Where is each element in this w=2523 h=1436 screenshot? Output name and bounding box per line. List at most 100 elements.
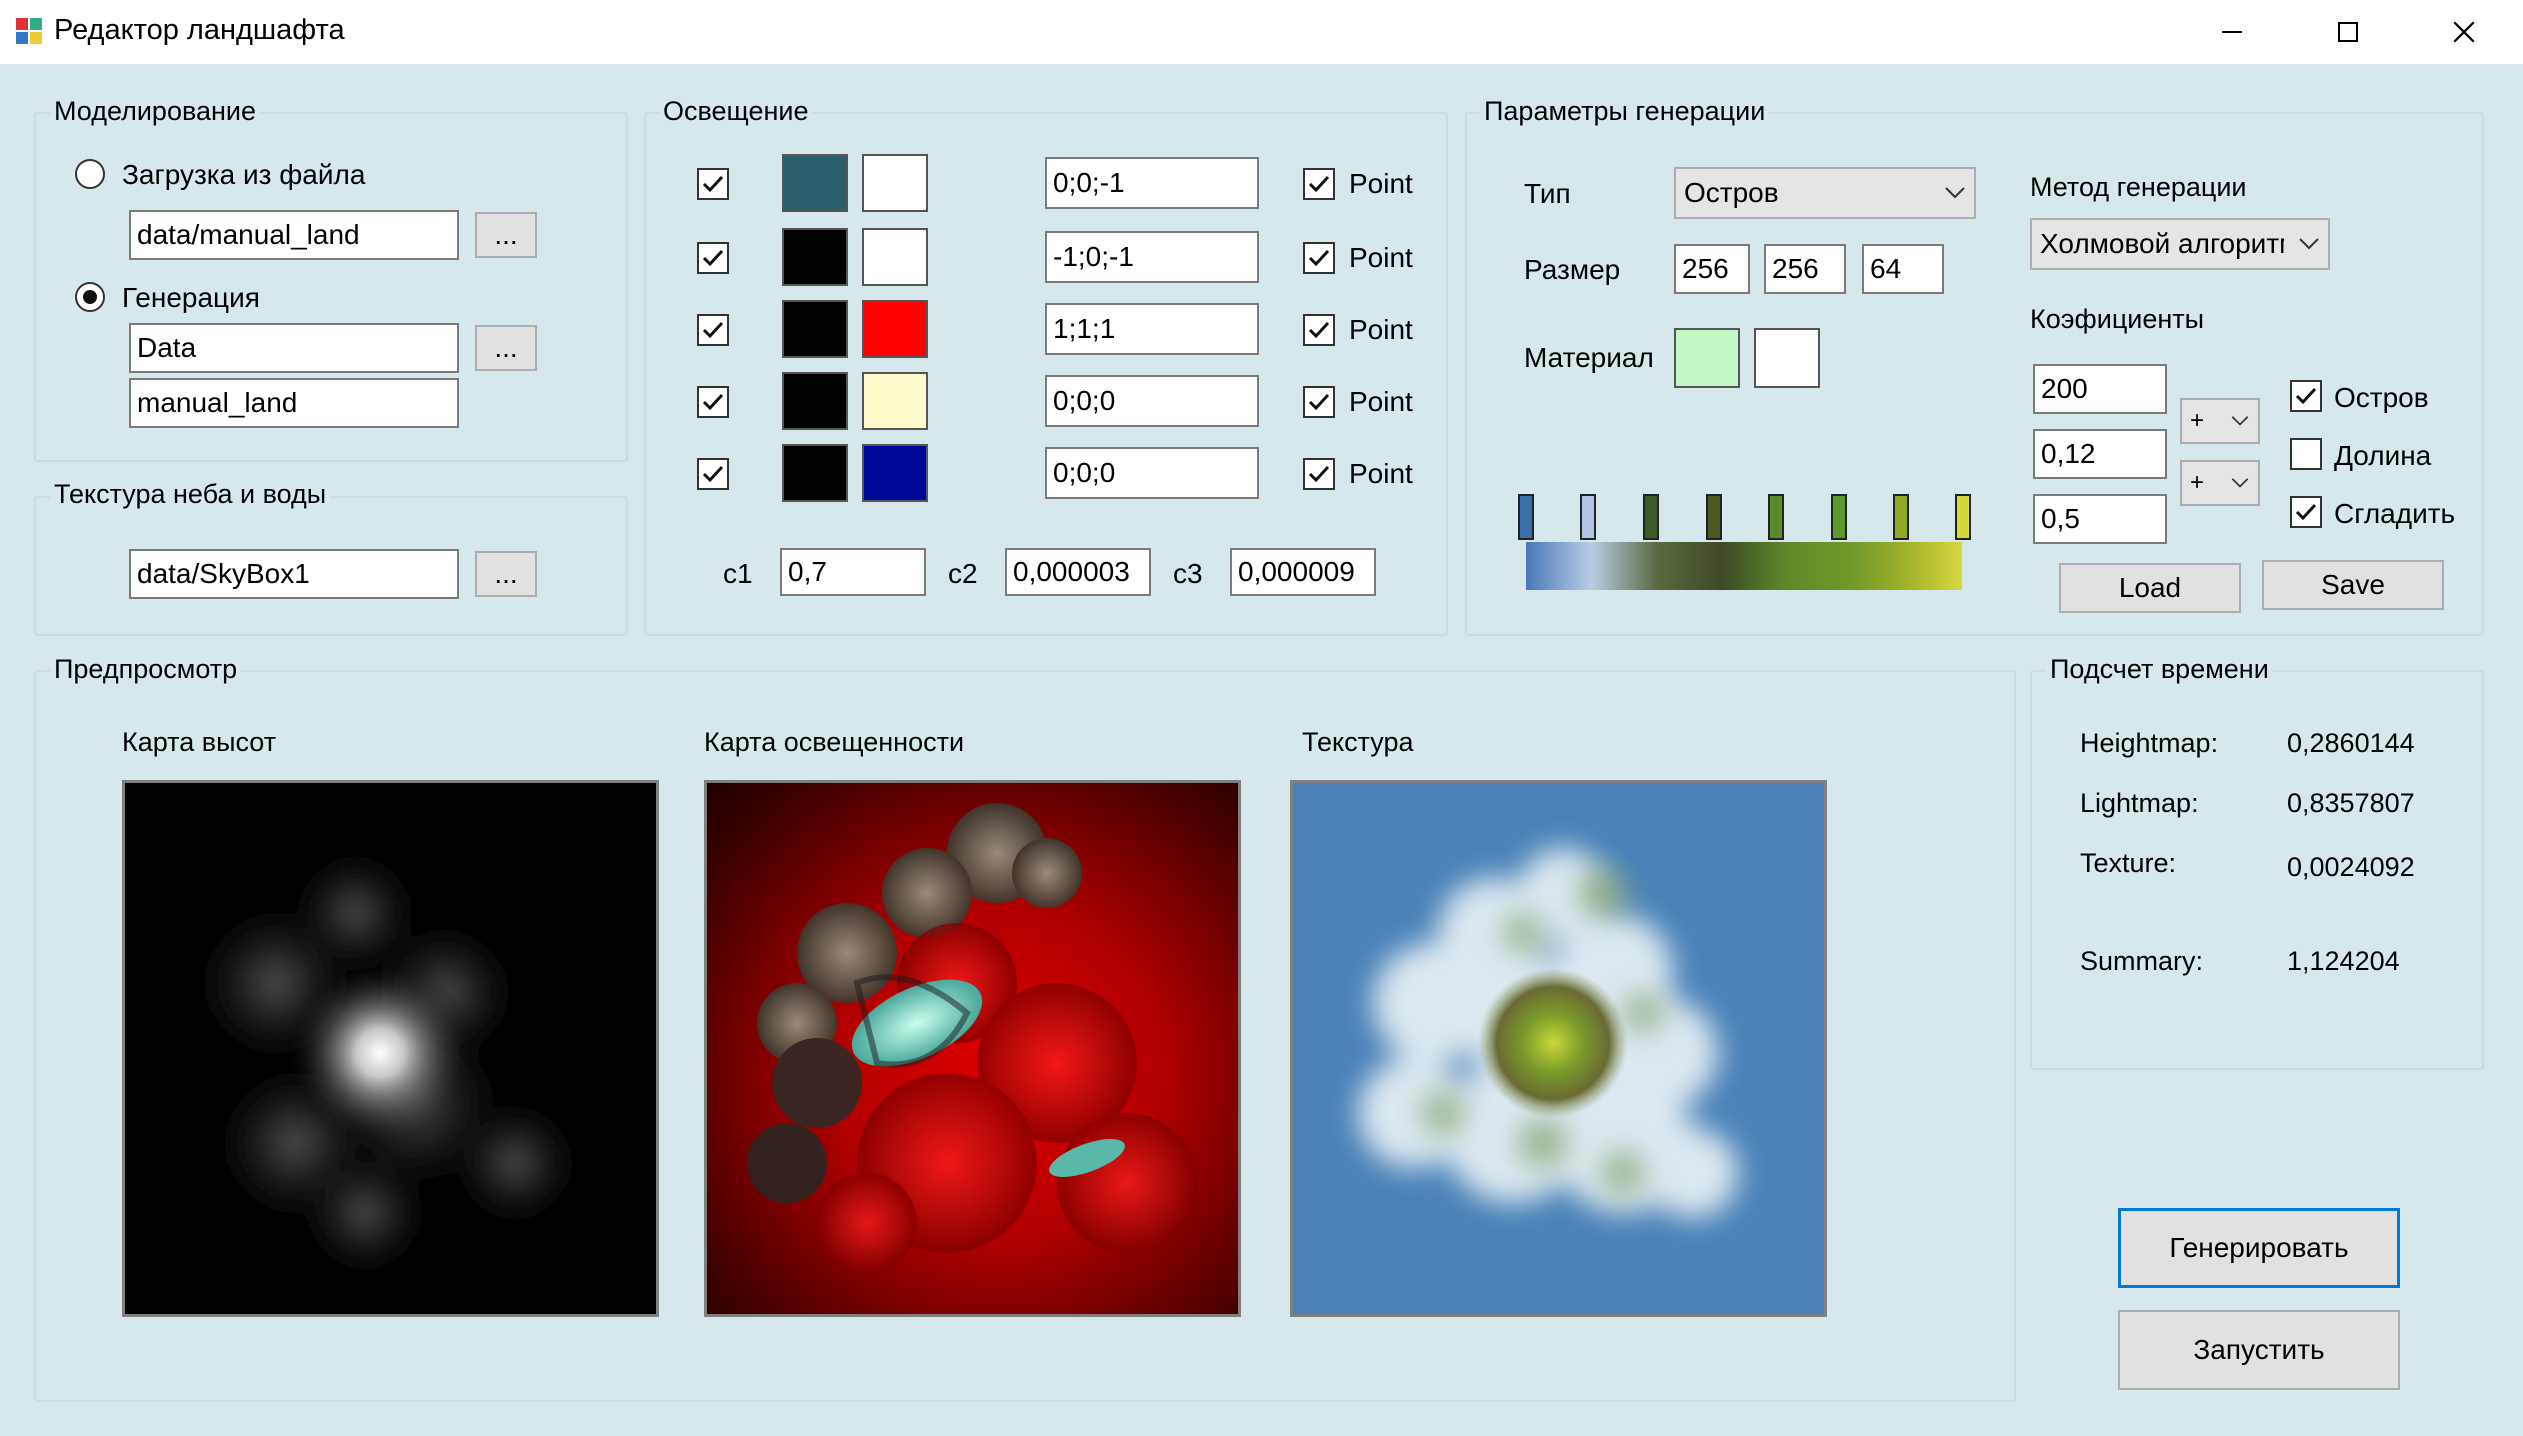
preview-group-label: Предпросмотр (50, 654, 242, 685)
method-select[interactable]: Холмовой алгоритм (2030, 218, 2330, 270)
texture-image (1358, 848, 1738, 1218)
light-enabled-checkbox[interactable] (697, 242, 729, 274)
type-select-value: Остров (1684, 177, 1779, 208)
gradient-marker[interactable] (1768, 494, 1784, 540)
save-button[interactable]: Save (2262, 560, 2444, 610)
sky-browse-button[interactable]: ... (475, 551, 537, 597)
light-vector-input[interactable]: -1;0;-1 (1045, 231, 1259, 283)
heightmap-label: Карта высот (122, 727, 277, 757)
generation-params-group-label: Параметры генерации (1480, 96, 1770, 127)
material-color-1[interactable] (1674, 328, 1740, 388)
light-enabled-checkbox[interactable] (697, 386, 729, 418)
close-button[interactable] (2406, 0, 2522, 64)
light-color-1[interactable] (782, 444, 848, 502)
light-color-2[interactable] (862, 154, 928, 212)
c3-label: c3 (1173, 558, 1203, 589)
c1-input[interactable]: 0,7 (780, 548, 926, 596)
lightmap-time-value: 0,8357807 (2287, 788, 2415, 818)
light-point-checkbox[interactable] (1303, 168, 1335, 200)
material-color-2[interactable] (1754, 328, 1820, 388)
summary-time-label: Summary: (2080, 946, 2204, 976)
operator-2-value: + (2190, 469, 2205, 496)
minimize-button[interactable] (2174, 0, 2290, 64)
generate-button[interactable]: Генерировать (2118, 1208, 2400, 1288)
light-color-2[interactable] (862, 444, 928, 502)
chevron-down-icon (2231, 478, 2249, 488)
gradient-marker[interactable] (1518, 494, 1534, 540)
material-label: Материал (1524, 342, 1654, 373)
size-z-input[interactable]: 64 (1862, 244, 1944, 294)
light-vector-input[interactable]: 0;0;0 (1045, 447, 1259, 499)
checkmark-icon (2295, 387, 2317, 405)
size-y-input[interactable]: 256 (1764, 244, 1846, 294)
light-point-label: Point (1349, 458, 1413, 489)
texture-preview (1290, 780, 1827, 1317)
load-button[interactable]: Load (2059, 563, 2241, 613)
modeling-group-label: Моделирование (50, 96, 261, 127)
chevron-down-icon (1945, 187, 1965, 199)
light-color-2[interactable] (862, 372, 928, 430)
c2-label: c2 (948, 558, 978, 589)
checkmark-icon (702, 465, 724, 483)
gradient-marker[interactable] (1893, 494, 1909, 540)
load-from-file-radio[interactable] (75, 159, 105, 189)
smooth-checkbox[interactable] (2290, 496, 2322, 528)
light-vector-input[interactable]: 0;0;-1 (1045, 157, 1259, 209)
light-enabled-checkbox[interactable] (697, 314, 729, 346)
light-point-checkbox[interactable] (1303, 242, 1335, 274)
valley-checkbox[interactable] (2290, 438, 2322, 470)
light-color-2[interactable] (862, 228, 928, 286)
maximize-button[interactable] (2290, 0, 2406, 64)
light-point-label: Point (1349, 314, 1413, 345)
light-point-checkbox[interactable] (1303, 314, 1335, 346)
lightmap-preview (704, 780, 1241, 1317)
type-select[interactable]: Остров (1674, 167, 1976, 219)
light-vector-input[interactable]: 1;1;1 (1045, 303, 1259, 355)
generation-folder-input[interactable]: Data (129, 323, 459, 373)
light-color-1[interactable] (782, 154, 848, 212)
heightmap-time-value: 0,2860144 (2287, 728, 2415, 758)
light-enabled-checkbox[interactable] (697, 458, 729, 490)
operator-2-select[interactable]: + (2180, 460, 2260, 506)
type-label: Тип (1524, 178, 1571, 209)
size-label: Размер (1524, 254, 1621, 285)
gradient-marker[interactable] (1580, 494, 1596, 540)
operator-1-select[interactable]: + (2180, 398, 2260, 444)
lightmap-image (747, 803, 1197, 1273)
generation-name-input[interactable]: manual_land (129, 378, 459, 428)
light-color-1[interactable] (782, 372, 848, 430)
coef-2-input[interactable]: 0,12 (2033, 429, 2167, 479)
coefficients-label: Коэфициенты (2030, 304, 2205, 334)
gradient-marker[interactable] (1643, 494, 1659, 540)
sky-texture-input[interactable]: data/SkyBox1 (129, 549, 459, 599)
heightmap-preview (122, 780, 659, 1317)
coef-3-input[interactable]: 0,5 (2033, 494, 2167, 544)
light-color-1[interactable] (782, 300, 848, 358)
light-color-2[interactable] (862, 300, 928, 358)
light-point-checkbox[interactable] (1303, 386, 1335, 418)
generation-radio[interactable] (75, 282, 105, 312)
light-enabled-checkbox[interactable] (697, 168, 729, 200)
light-point-checkbox[interactable] (1303, 458, 1335, 490)
app-icon (16, 18, 42, 44)
file-browse-button[interactable]: ... (475, 212, 537, 258)
checkmark-icon (1308, 393, 1330, 411)
gradient-marker[interactable] (1831, 494, 1847, 540)
file-path-input[interactable]: data/manual_land (129, 210, 459, 260)
c2-input[interactable]: 0,000003 (1005, 548, 1151, 596)
window-title: Редактор ландшафта (54, 14, 345, 46)
size-x-input[interactable]: 256 (1674, 244, 1750, 294)
light-color-1[interactable] (782, 228, 848, 286)
lightmap-time-label: Lightmap: (2080, 788, 2199, 818)
light-vector-input[interactable]: 0;0;0 (1045, 375, 1259, 427)
heightmap-time-label: Heightmap: (2080, 728, 2219, 758)
c3-input[interactable]: 0,000009 (1230, 548, 1376, 596)
island-checkbox[interactable] (2290, 380, 2322, 412)
coef-1-input[interactable]: 200 (2033, 364, 2167, 414)
gradient-marker[interactable] (1706, 494, 1722, 540)
gradient-marker[interactable] (1955, 494, 1971, 540)
run-button[interactable]: Запустить (2118, 1310, 2400, 1390)
smooth-label: Сгладить (2334, 498, 2456, 529)
generation-browse-button[interactable]: ... (475, 325, 537, 371)
valley-label: Долина (2334, 440, 2432, 471)
